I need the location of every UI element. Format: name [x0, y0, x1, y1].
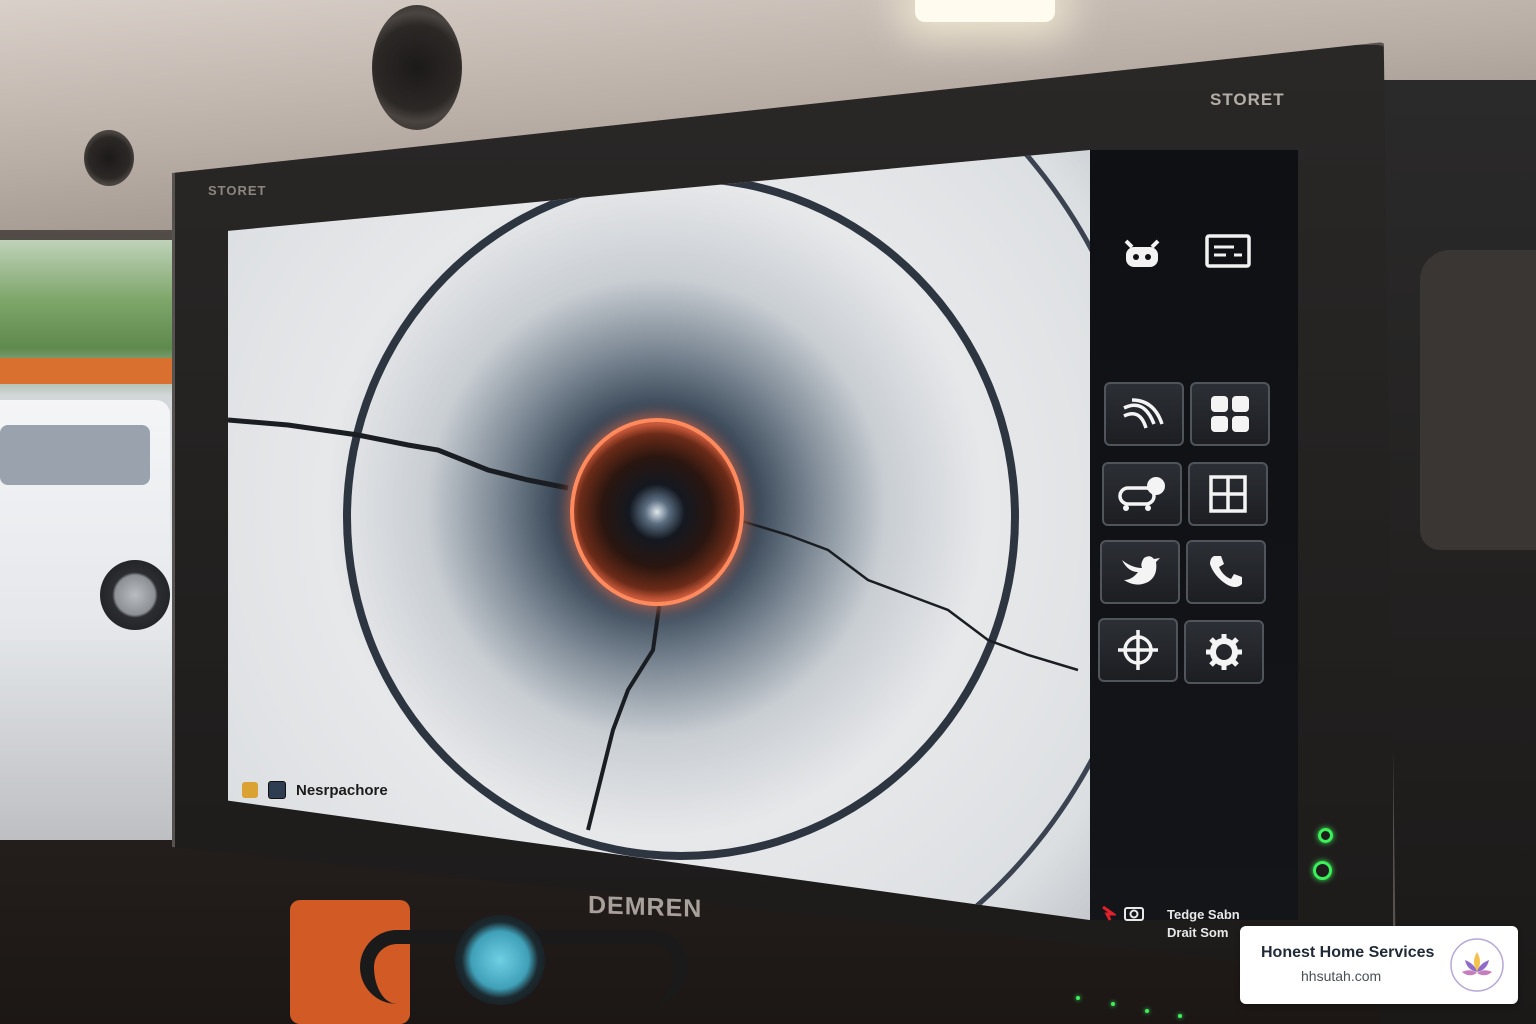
indicator-dot — [1111, 1002, 1115, 1006]
brand-watermark: Honest Home Services hhsutah.com — [1240, 926, 1518, 1004]
screen-footer-icons — [1100, 905, 1144, 921]
power-led[interactable] — [1313, 861, 1332, 880]
settings-tile[interactable] — [1184, 620, 1264, 684]
alert-flag-icon[interactable] — [1100, 905, 1116, 921]
crawler-camera-icon — [1118, 477, 1165, 511]
ceiling-light — [915, 0, 1055, 22]
parked-truck — [0, 358, 180, 384]
watermark-url: hhsutah.com — [1301, 968, 1382, 984]
lotus-logo-icon — [1450, 938, 1504, 992]
crosshair-icon — [1118, 630, 1158, 670]
van-seat — [1420, 250, 1536, 550]
image-icon[interactable] — [268, 781, 286, 799]
indicator-dot — [1178, 1014, 1182, 1018]
monitor-brand-top-right: STORET — [1210, 90, 1285, 109]
window-grid-tile[interactable] — [1188, 462, 1268, 526]
monitor-brand-bottom: DEMREN — [588, 891, 703, 923]
control-side-panel — [1090, 150, 1298, 920]
display-icon[interactable] — [1204, 232, 1252, 274]
footer-line-2: Drait Som — [1167, 925, 1229, 940]
ceiling-vent — [84, 130, 134, 186]
gear-icon — [1206, 634, 1242, 670]
indicator-dot — [1145, 1009, 1149, 1013]
van-window — [0, 240, 180, 840]
record-icon[interactable] — [242, 782, 258, 798]
parked-van-wheel — [100, 560, 170, 630]
camera-snapshot-icon[interactable] — [1124, 905, 1144, 921]
floor-reel — [455, 915, 545, 1005]
pipe-camera-feed[interactable]: Nesrpachore — [228, 150, 1090, 920]
watermark-title: Honest Home Services — [1261, 944, 1435, 961]
pipe-bend-icon — [1123, 398, 1164, 429]
parked-van-window — [0, 425, 150, 485]
monitor-brand-top-left: STORET — [208, 183, 267, 198]
pipe-bend-tile[interactable] — [1104, 382, 1184, 446]
camera-target-ring — [570, 418, 744, 606]
phone-tile[interactable] — [1186, 540, 1266, 604]
phone-icon — [1210, 556, 1242, 587]
bird-tile[interactable] — [1100, 540, 1180, 604]
robot-icon[interactable] — [1118, 232, 1166, 274]
ceiling-speaker — [372, 5, 462, 130]
screen-footer-text: Tedge Sabn Drait Som — [1167, 906, 1240, 942]
footer-line-1: Tedge Sabn — [1167, 907, 1240, 922]
camera-status-label: Nesrpachore — [296, 781, 388, 799]
grid-blocks-icon — [1211, 396, 1249, 432]
bird-icon — [1122, 556, 1160, 585]
crosshair-tile[interactable] — [1098, 618, 1178, 682]
camera-status-strip: Nesrpachore — [228, 770, 1090, 810]
crawler-camera-tile[interactable] — [1102, 462, 1182, 526]
window-grid-icon — [1209, 475, 1247, 513]
grid-blocks-tile[interactable] — [1190, 382, 1270, 446]
van-interior-right — [1380, 80, 1536, 1024]
power-led-top — [1318, 828, 1333, 843]
monitor-screen: Nesrpachore — [228, 150, 1298, 920]
indicator-dot — [1076, 996, 1080, 1000]
